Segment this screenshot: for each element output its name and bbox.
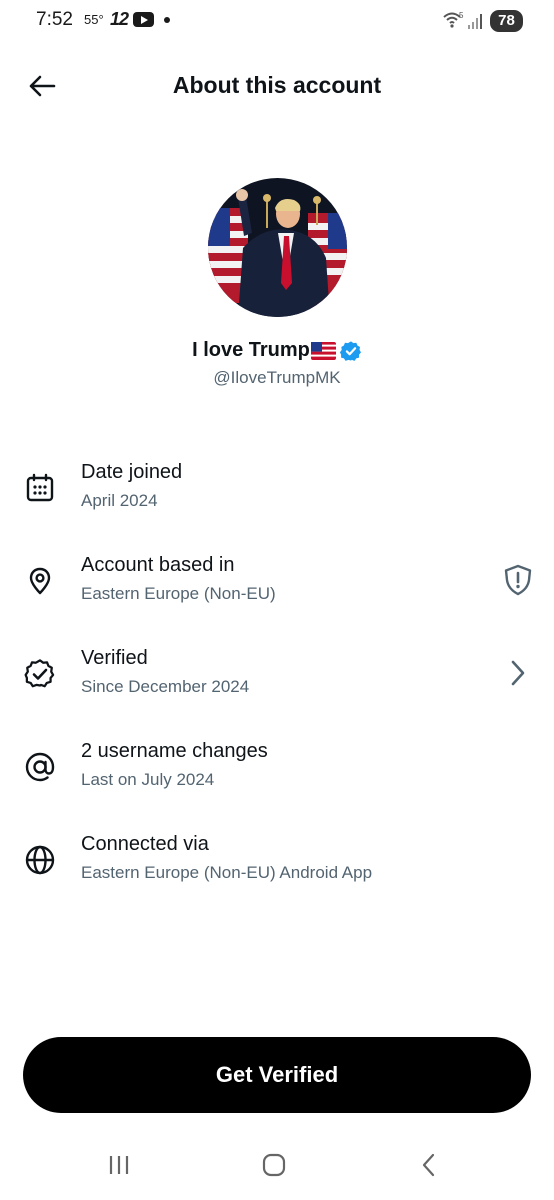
info-subtitle: April 2024 [81,491,158,510]
info-subtitle: Eastern Europe (Non-EU) [81,584,276,603]
signal-icon [468,14,482,29]
home-button[interactable] [254,1150,294,1180]
info-title: 2 username changes [81,740,268,762]
app-notification-icon: 12 [110,9,129,29]
info-subtitle: Since December 2024 [81,677,250,696]
svg-text:5: 5 [459,11,464,20]
wifi-icon: 5 [443,11,464,28]
back-nav-button[interactable] [409,1150,449,1180]
location-pin-icon [22,563,58,599]
info-row-connected-via: Connected via Eastern Europe (Non-EU) An… [0,833,554,903]
page-title: About this account [172,72,382,98]
info-row-account-based-in: Account based in Eastern Europe (Non-EU) [0,554,554,624]
shield-alert-icon[interactable] [500,562,536,598]
status-bar: 7:52 55° 12 5 78 [0,0,554,44]
get-verified-button[interactable]: Get Verified [23,1037,531,1113]
chevron-left-icon [422,1153,435,1177]
status-temperature: 55° [84,12,104,27]
calendar-icon [22,470,58,506]
status-time: 7:52 [36,9,73,30]
header: About this account [0,60,554,112]
display-name: I love Trump [192,339,310,361]
info-title: Connected via [81,833,209,855]
system-nav-bar [0,1140,554,1190]
info-row-username-changes: 2 username changes Last on July 2024 [0,740,554,810]
home-icon [262,1153,286,1177]
info-title: Verified [81,647,148,669]
info-row-verified[interactable]: Verified Since December 2024 [0,647,554,717]
youtube-notification-icon [133,12,154,27]
recent-apps-button[interactable] [99,1150,139,1180]
verified-badge-icon[interactable] [339,340,362,362]
battery-indicator: 78 [490,10,523,32]
info-subtitle: Eastern Europe (Non-EU) Android App [81,863,373,882]
avatar-image [208,178,347,317]
info-row-date-joined: Date joined April 2024 [0,461,554,531]
display-name-row: I love Trump [0,339,554,367]
avatar[interactable] [208,178,347,317]
info-title: Date joined [81,461,183,483]
verified-badge-outline-icon [22,656,58,692]
us-flag-icon [310,341,336,360]
at-sign-icon [22,749,58,785]
info-subtitle: Last on July 2024 [81,770,215,789]
info-title: Account based in [81,554,235,576]
globe-icon [22,842,58,878]
handle: @IloveTrumpMK [213,368,341,387]
more-notifications-dot-icon [164,17,170,23]
chevron-right-icon[interactable] [500,655,536,691]
recent-apps-icon [109,1156,129,1174]
